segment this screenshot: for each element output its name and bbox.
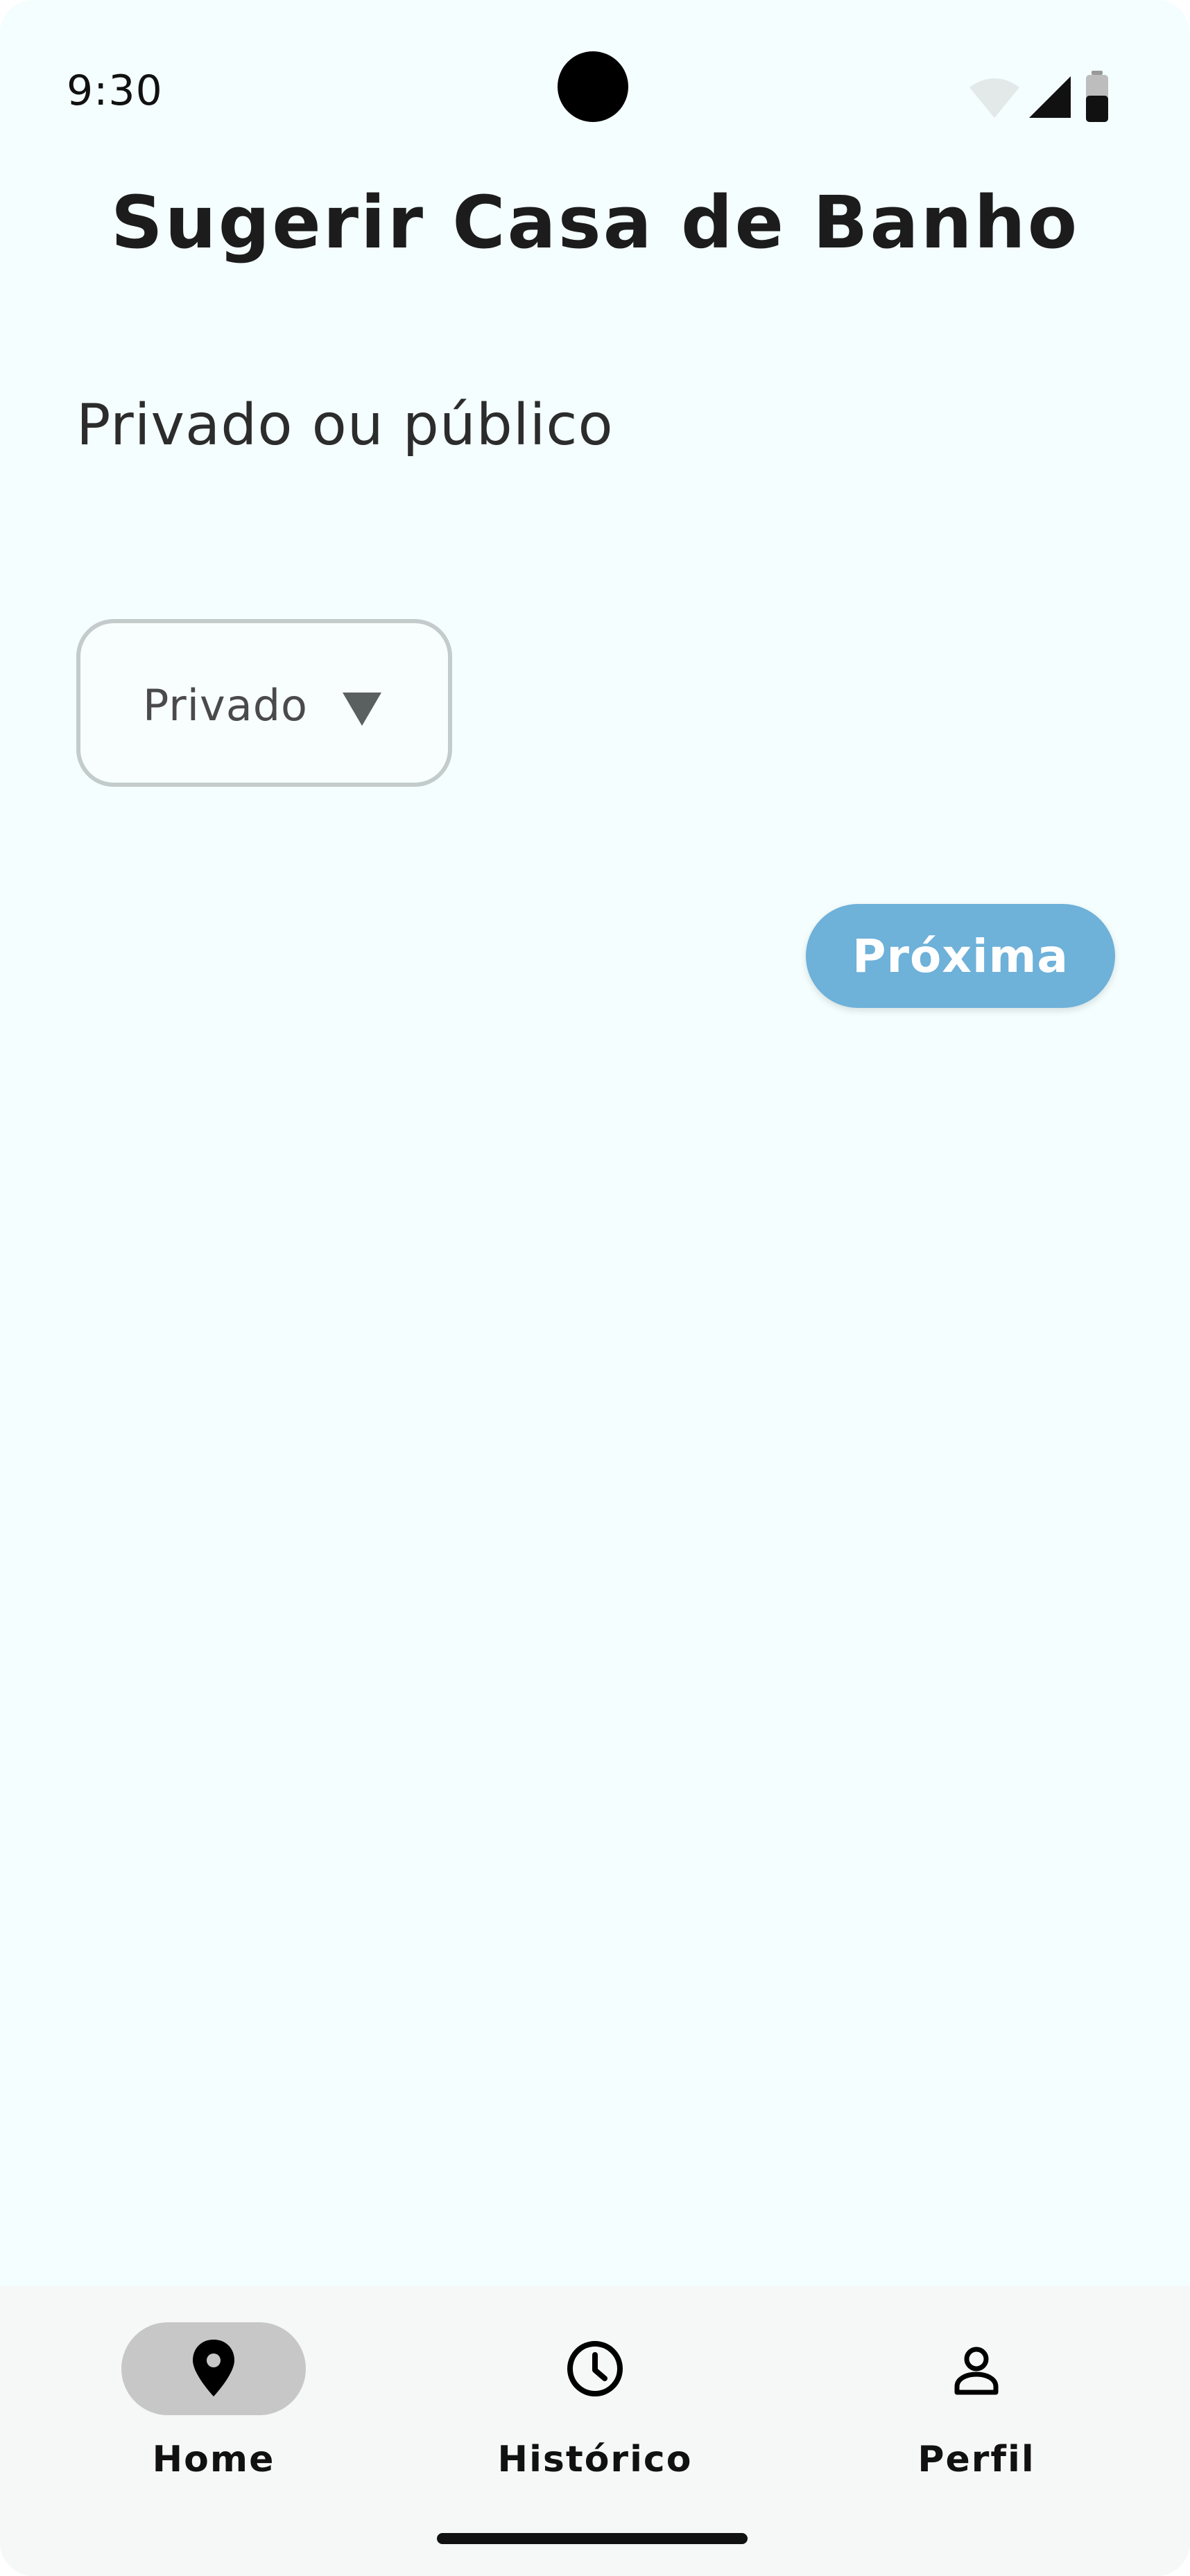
nav-item-history[interactable]: Histórico xyxy=(456,2322,734,2503)
page-title: Sugerir Casa de Banho xyxy=(110,180,1080,265)
nav-label-profile: Perfil xyxy=(917,2439,1035,2480)
battery-icon xyxy=(1086,71,1108,122)
dropdown-selected-value: Privado xyxy=(143,680,308,731)
nav-item-profile[interactable]: Perfil xyxy=(838,2322,1115,2503)
nav-item-home[interactable]: Home xyxy=(75,2322,352,2503)
triangle-down-icon xyxy=(343,693,381,726)
status-icons xyxy=(940,71,1148,123)
clock-icon xyxy=(567,2341,623,2396)
next-button[interactable]: Próxima xyxy=(806,904,1115,1008)
status-time: 9:30 xyxy=(67,67,163,115)
camera-cutout xyxy=(558,51,628,122)
section-label: Privado ou público xyxy=(76,392,614,458)
map-pin-icon xyxy=(193,2340,234,2396)
nav-label-history: Histórico xyxy=(497,2439,693,2480)
home-indicator[interactable] xyxy=(437,2533,748,2544)
app-screen: 9:30 Sugerir Casa de Banho Privado ou pú… xyxy=(0,0,1190,2576)
person-icon xyxy=(954,2347,999,2395)
signal-icon xyxy=(1029,76,1071,118)
status-bar: 9:30 xyxy=(0,0,1190,180)
wifi-icon xyxy=(969,78,1019,118)
nav-label-home: Home xyxy=(152,2439,275,2480)
privacy-dropdown[interactable]: Privado xyxy=(76,619,452,787)
